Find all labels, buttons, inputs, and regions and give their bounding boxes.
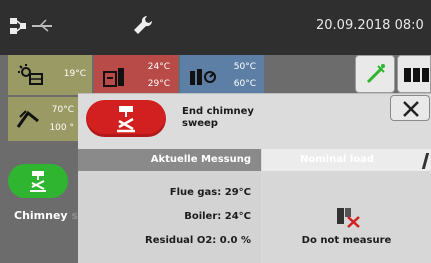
storage-button[interactable] xyxy=(397,55,431,93)
measurement-header: Aktuelle Messung xyxy=(78,149,261,171)
boiler-temp-1: 24°C xyxy=(147,62,170,72)
chimney-sweep-button[interactable] xyxy=(8,164,68,198)
flue-temperature-icon xyxy=(190,69,216,85)
solar-temp: 19°C xyxy=(63,69,86,79)
status-bar: 20.09.2018 08:0 xyxy=(0,0,431,55)
boiler-icon xyxy=(103,68,124,87)
do-not-measure-label: Do not measure xyxy=(301,235,392,246)
close-button[interactable] xyxy=(390,95,430,121)
flue-temp-1: 50°C xyxy=(233,62,256,72)
load-panel: Nominal load Do not measure xyxy=(262,149,431,263)
chimney-sweep-icon xyxy=(117,106,135,133)
nominal-load-label: Nominal load xyxy=(300,154,375,165)
flue-temp-2: 60°C xyxy=(233,79,256,89)
do-not-measure-icon xyxy=(337,208,360,228)
boiler-reading: Boiler: 24°C xyxy=(184,211,251,222)
hot-water-temp-1: 70°C xyxy=(51,105,74,115)
dialog-header: End chimney sweep xyxy=(78,94,431,149)
boiler-temp-2: 29°C xyxy=(147,79,170,89)
flue-gas-reading: Flue gas: 29°C xyxy=(169,187,251,198)
control-panel-screen: 20.09.2018 08:0 19°C 24°C 29°C 50°C 60°C… xyxy=(0,0,431,263)
nominal-load-header[interactable]: Nominal load xyxy=(262,149,431,171)
datetime-display: 20.09.2018 08:0 xyxy=(316,18,424,33)
hot-water-temp-2: 100 ° xyxy=(49,123,74,133)
hot-water-icon xyxy=(16,110,39,128)
measurement-panel: Aktuelle Messung Flue gas: 29°C Boiler: … xyxy=(78,149,261,263)
chimney-label-main: Chimney xyxy=(14,209,68,222)
storage-icon xyxy=(404,68,429,82)
boiler-tile[interactable]: 24°C 29°C xyxy=(94,55,178,95)
solar-collector-icon xyxy=(18,64,43,85)
firewood-button[interactable] xyxy=(355,55,395,93)
residual-o2-reading: Residual O2: 0.0 % xyxy=(145,235,251,246)
wrench-icon[interactable] xyxy=(132,14,154,36)
end-chimney-sweep-label: End chimney sweep xyxy=(182,106,254,129)
close-icon xyxy=(403,101,419,117)
end-chimney-sweep-button[interactable] xyxy=(86,100,166,137)
solar-tile[interactable]: 19°C xyxy=(8,55,92,95)
hot-water-tile[interactable]: 70°C 100 ° xyxy=(8,97,78,141)
chimney-sweep-dialog: End chimney sweep Aktuelle Messung Flue … xyxy=(78,93,431,263)
network-icon xyxy=(10,18,52,34)
firewood-icon xyxy=(366,64,385,84)
flue-tile[interactable]: 50°C 60°C xyxy=(180,55,264,95)
chimney-sweep-icon xyxy=(30,171,46,192)
